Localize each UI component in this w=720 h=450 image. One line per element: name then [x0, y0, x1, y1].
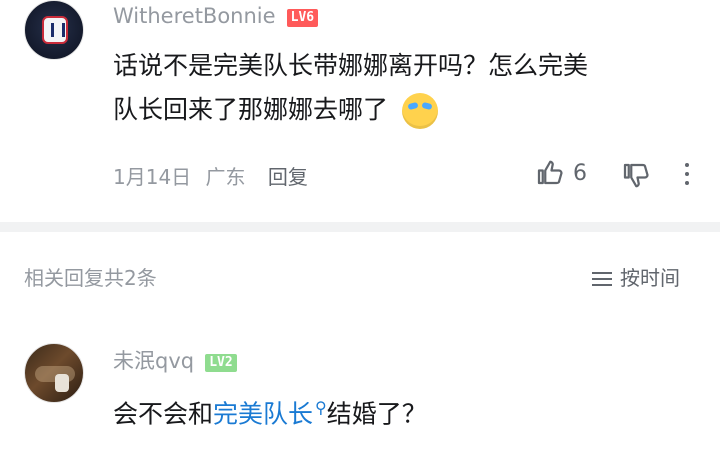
reply-username[interactable]: 未泯qvq [113, 349, 194, 373]
reply-header: 未泯qvq LV2 [113, 345, 237, 375]
comment-content: 话说不是完美队长带娜娜离开吗？怎么完美 队长回来了那娜娜去哪了 [113, 44, 703, 132]
reply-button[interactable]: 回复 [268, 165, 308, 189]
comment-line-2-wrap: 队长回来了那娜娜去哪了 [113, 88, 703, 132]
comment-meta: 1月14日 广东 回复 [113, 161, 308, 190]
dot-2 [685, 172, 689, 176]
reply-text-after: 结婚了？ [326, 399, 427, 429]
section-divider [0, 222, 720, 232]
comment-date: 1月14日 [113, 165, 192, 189]
sort-label: 按时间 [620, 266, 680, 290]
like-icon-svg [537, 160, 563, 185]
like-count: 6 [573, 161, 587, 186]
reply-text-before: 会不会和 [113, 399, 214, 429]
reply-level-badge: LV2 [205, 354, 237, 372]
reply-link-keyword[interactable]: 完美队长 [213, 399, 313, 428]
avatar-emblem [42, 16, 68, 44]
avatar[interactable] [24, 0, 84, 60]
level-badge: LV6 [286, 9, 319, 27]
dot-3 [685, 181, 689, 185]
comment-line-1: 话说不是完美队长带娜娜离开吗？怎么完美 [113, 51, 589, 80]
sort-by-time-button[interactable]: 按时间 [592, 262, 680, 291]
search-icon[interactable]: ⚲ [315, 398, 327, 417]
dot-1 [685, 163, 689, 167]
username[interactable]: WitheretBonnie [113, 4, 276, 28]
reply-content: 会不会和完美队长 ⚲结婚了？ [113, 386, 703, 436]
sort-icon [592, 272, 612, 286]
laughing-crying-emoji-icon [401, 93, 438, 129]
comment-location: 广东 [205, 165, 246, 189]
comment-line-2: 队长回来了那娜娜去哪了 [113, 95, 389, 124]
more-options-icon[interactable] [684, 163, 690, 187]
reply-avatar[interactable] [24, 343, 84, 403]
dislike-icon[interactable] [620, 160, 650, 198]
replies-count-title: 相关回复共2条 [24, 266, 157, 290]
comment-header: WitheretBonnie LV6 [113, 4, 319, 28]
dislike-icon-svg [623, 163, 649, 188]
comment-actions: 6 [534, 157, 694, 191]
like-icon[interactable] [534, 158, 564, 196]
